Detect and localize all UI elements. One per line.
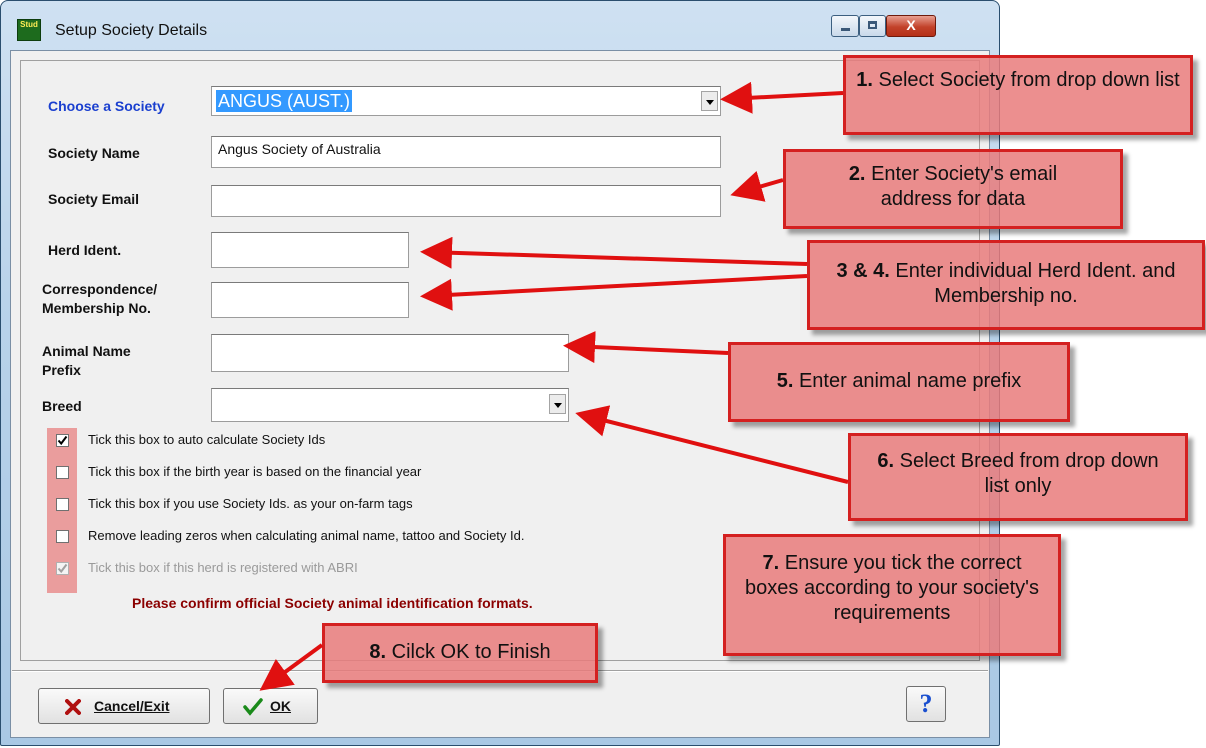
society-select[interactable]: ANGUS (AUST.): [211, 86, 721, 116]
animal-prefix-input[interactable]: [211, 334, 569, 372]
checkbox-row-abri: Tick this box if this herd is registered…: [56, 560, 756, 580]
ok-label: OK: [270, 698, 291, 714]
chevron-down-icon[interactable]: [701, 91, 718, 111]
minimize-icon: [841, 28, 850, 31]
society-select-value: ANGUS (AUST.): [216, 90, 353, 112]
x-icon: [65, 699, 81, 715]
membership-number-input[interactable]: [211, 282, 409, 318]
callout-6: 6. Select Breed from drop down list only: [848, 433, 1188, 521]
society-email-label: Society Email: [48, 191, 140, 207]
callout-5-number: 5.: [776, 370, 794, 392]
checkmark-icon: [57, 563, 68, 574]
ok-button[interactable]: OK: [223, 688, 318, 724]
callout-5: 5. Enter animal name prefix: [728, 342, 1070, 422]
breed-select[interactable]: [211, 388, 569, 422]
help-button[interactable]: ?: [906, 686, 946, 722]
callout-7-text: Ensure you tick the correct boxes accord…: [745, 552, 1039, 624]
correspondence-label-line2: Membership No.: [42, 300, 151, 316]
herd-ident-label: Herd Ident.: [48, 242, 122, 258]
callout-5-text: Enter animal name prefix: [798, 370, 1022, 392]
checkbox-financial-year[interactable]: [56, 466, 69, 479]
callout-8-number: 8.: [369, 641, 387, 663]
checkbox-label: Tick this box if this herd is registered…: [88, 560, 358, 575]
checkbox-abri: [56, 562, 69, 575]
title-bar[interactable]: Stud Setup Society Details X: [0, 0, 1000, 41]
checkbox-label: Tick this box if the birth year is based…: [88, 464, 422, 479]
cancel-label: Cancel/Exit: [94, 698, 170, 714]
checkbox-auto-calc[interactable]: [56, 434, 69, 447]
confirm-formats-note: Please confirm official Society animal i…: [132, 595, 533, 611]
checkmark-icon: [243, 698, 263, 716]
breed-label: Breed: [42, 398, 82, 414]
animal-prefix-label-line2: Prefix: [42, 362, 81, 378]
callout-2: 2. Enter Society's email address for dat…: [783, 149, 1123, 229]
callout-6-text: Select Breed from drop down list only: [899, 450, 1159, 497]
correspondence-label-line1: Correspondence/: [42, 281, 158, 297]
animal-prefix-label-line1: Animal Name: [42, 343, 131, 359]
callout-8-text: Cilck OK to Finish: [391, 641, 551, 663]
herd-ident-input[interactable]: [211, 232, 409, 268]
checkbox-row-leading-zeros[interactable]: Remove leading zeros when calculating an…: [56, 528, 756, 548]
callout-7: 7. Ensure you tick the correct boxes acc…: [723, 534, 1061, 656]
chevron-down-icon[interactable]: [549, 394, 566, 414]
callout-8: 8. Cilck OK to Finish: [322, 623, 598, 683]
checkbox-row-on-farm-tags[interactable]: Tick this box if you use Society Ids. as…: [56, 496, 756, 516]
checkmark-icon: [57, 435, 68, 446]
checkbox-label: Tick this box to auto calculate Society …: [88, 432, 326, 447]
society-email-input[interactable]: [211, 185, 721, 217]
close-icon: X: [906, 17, 916, 33]
callout-1: 1. Select Society from drop down list: [843, 55, 1193, 135]
minimize-button[interactable]: [831, 15, 859, 37]
callout-2-text: Enter Society's email address for data: [871, 163, 1058, 210]
choose-society-label: Choose a Society: [48, 98, 165, 114]
checkbox-label: Remove leading zeros when calculating an…: [88, 528, 525, 543]
callout-3-text: Enter individual Herd Ident. and Members…: [895, 260, 1176, 307]
maximize-icon: [868, 21, 877, 29]
society-name-label: Society Name: [48, 145, 140, 161]
callout-3-number: 3 & 4.: [836, 260, 890, 282]
society-name-input[interactable]: Angus Society of Australia: [211, 136, 721, 168]
callout-6-number: 6.: [877, 450, 895, 472]
callout-2-number: 2.: [848, 163, 866, 185]
checkbox-on-farm-tags[interactable]: [56, 498, 69, 511]
checkbox-label: Tick this box if you use Society Ids. as…: [88, 496, 413, 511]
window-title: Setup Society Details: [55, 22, 208, 39]
callout-3-4: 3 & 4. Enter individual Herd Ident. and …: [807, 240, 1205, 330]
close-button[interactable]: X: [886, 15, 936, 37]
checkbox-row-financial-year[interactable]: Tick this box if the birth year is based…: [56, 464, 756, 484]
app-logo-icon: Stud: [17, 19, 41, 41]
callout-7-number: 7.: [762, 552, 780, 574]
maximize-button[interactable]: [859, 15, 886, 37]
checkbox-leading-zeros[interactable]: [56, 530, 69, 543]
question-icon: ?: [919, 689, 933, 718]
checkbox-row-auto-calc[interactable]: Tick this box to auto calculate Society …: [56, 432, 756, 452]
callout-1-number: 1.: [856, 69, 873, 91]
callout-1-text: Select Society from drop down list: [878, 69, 1180, 91]
cancel-exit-button[interactable]: Cancel/Exit: [38, 688, 210, 724]
